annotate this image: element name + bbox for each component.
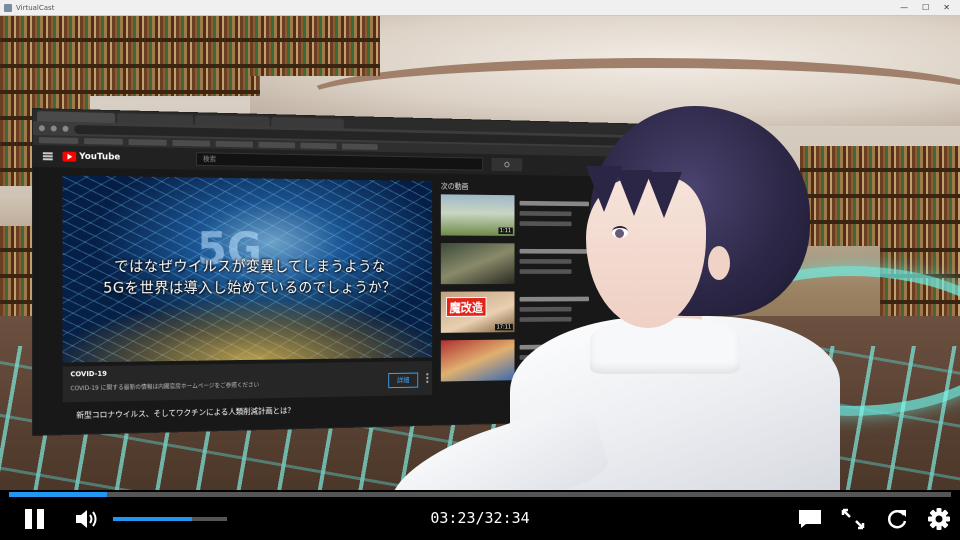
bookshelf (80, 16, 260, 96)
virtualcast-stage: VirtualCast — ☐ ✕ YouTube 検索 5G ではなぜウイルス… (0, 0, 960, 540)
gear-icon (926, 507, 952, 531)
covid-panel-title: COVID-19 (70, 365, 425, 378)
forward-icon[interactable] (51, 125, 57, 131)
maximize-button[interactable]: ☐ (922, 3, 929, 12)
close-button[interactable]: ✕ (943, 3, 950, 12)
window-controls: — ☐ ✕ (900, 3, 950, 12)
reload-icon[interactable] (63, 126, 69, 132)
avatar-arm (378, 398, 612, 490)
volume-button[interactable] (74, 508, 100, 530)
menu-icon[interactable] (43, 152, 53, 160)
minimize-button[interactable]: — (900, 3, 908, 12)
bookmark-item[interactable] (300, 143, 336, 149)
avatar-ear (708, 246, 730, 280)
app-icon (4, 4, 12, 12)
covid-info-panel: COVID-19 COVID-19 に関する最新の情報は内閣官房ホームページをご… (63, 361, 433, 402)
volume-slider[interactable] (113, 517, 227, 521)
back-icon[interactable] (39, 125, 45, 131)
bookmark-item[interactable] (258, 142, 295, 149)
browser-tab[interactable] (117, 113, 193, 125)
bookmark-item[interactable] (172, 140, 210, 147)
bookmark-item[interactable] (84, 138, 123, 145)
covid-panel-body: COVID-19 に関する最新の情報は内閣官房ホームページをご参照ください (70, 377, 425, 392)
avatar-hair-bang (646, 172, 682, 218)
fullscreen-icon (840, 507, 866, 531)
video-subtitle-line2: 5Gを世界は導入し始めているのでしょうか？ (63, 277, 433, 298)
vr-scene: YouTube 検索 5G ではなぜウイルスが変異してしまうような 5Gを世界は… (0, 16, 960, 490)
browser-tab[interactable] (195, 115, 269, 126)
pause-icon (37, 509, 44, 529)
chat-button[interactable] (797, 507, 823, 531)
youtube-play-icon (63, 152, 77, 162)
bookshelf (250, 16, 380, 76)
bookmark-item[interactable] (129, 139, 167, 146)
avatar-collar (590, 318, 740, 374)
youtube-logo[interactable]: YouTube (63, 152, 121, 163)
vr-avatar (380, 96, 840, 490)
settings-button[interactable] (926, 507, 952, 531)
fullscreen-button[interactable] (840, 507, 866, 531)
chat-icon (797, 507, 823, 531)
player-controls: 03:23/32:34 (0, 497, 960, 540)
pause-icon (25, 509, 32, 529)
avatar-eye (612, 226, 628, 238)
window-titlebar: VirtualCast — ☐ ✕ (0, 0, 960, 16)
replay-button[interactable] (884, 507, 910, 531)
replay-icon (884, 507, 910, 531)
window-title: VirtualCast (16, 4, 54, 12)
pause-button[interactable] (24, 509, 46, 529)
browser-tab[interactable] (271, 117, 344, 128)
video-title: 新型コロナウイルス、そしてワクチンによる人類削減計画とは？ (76, 405, 294, 421)
bookmark-item[interactable] (216, 141, 253, 148)
time-readout: 03:23/32:34 (380, 509, 580, 527)
volume-icon (74, 508, 100, 530)
browser-tab[interactable] (37, 111, 115, 123)
volume-slider-level (113, 517, 192, 521)
video-subtitle-line1: ではなぜウイルスが変異してしまうような (63, 255, 433, 276)
youtube-wordmark: YouTube (79, 152, 120, 163)
bookmark-item[interactable] (342, 144, 378, 150)
video-city-lights (63, 301, 433, 363)
video-player[interactable]: 5G ではなぜウイルスが変異してしまうような 5Gを世界は導入し始めているのでし… (63, 175, 433, 362)
bookmark-item[interactable] (39, 137, 78, 144)
